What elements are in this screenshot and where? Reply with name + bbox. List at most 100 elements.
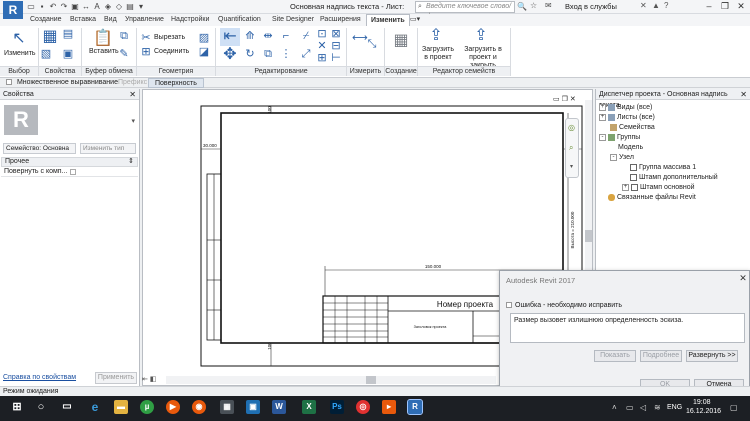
redo-icon[interactable]: ↷ [59, 2, 69, 12]
dialog-close-icon[interactable]: ✕ [736, 272, 750, 285]
load-and-close-icon[interactable]: ⇪ [471, 27, 491, 45]
nav-dropdown-icon[interactable]: ▾ [570, 163, 573, 170]
clock-date[interactable]: 16.12.2016 [686, 408, 721, 415]
edit-type-button[interactable]: Изменить тип [80, 143, 136, 154]
notifications-icon[interactable]: ▢ [730, 403, 738, 412]
load-into-project-button[interactable]: Загрузить в проект [421, 46, 455, 62]
vertical-scroll-thumb[interactable] [585, 230, 592, 242]
multi-align-checkbox[interactable] [6, 79, 12, 86]
cut-geometry-icon[interactable]: ✂ [140, 32, 152, 44]
open-icon[interactable]: ▭ [26, 2, 36, 12]
print-icon[interactable]: ▣ [70, 2, 80, 12]
tab-view[interactable]: Вид [104, 14, 117, 26]
group-icon[interactable]: ⊟ [330, 40, 342, 52]
help-icon[interactable]: ? [664, 1, 668, 10]
revit-taskbar-icon[interactable]: R [407, 399, 423, 415]
steering-wheel-icon[interactable]: ◎ [568, 123, 575, 132]
close-windows-icon[interactable]: ▤ [125, 2, 135, 12]
tree-item-model[interactable]: Модель [618, 143, 643, 152]
split-icon[interactable]: ⌿ [300, 30, 312, 42]
app-icon[interactable]: ▸ [382, 400, 396, 414]
minimize-icon[interactable]: – [702, 0, 716, 13]
collapse-icon[interactable]: - [599, 133, 606, 141]
tab-manage[interactable]: Управление [125, 14, 164, 26]
type-selector-dropdown-icon[interactable]: ▾ [131, 117, 135, 125]
search-button[interactable]: 🔍 [517, 2, 527, 11]
load-into-project-icon[interactable]: ⇪ [426, 27, 446, 45]
properties-help-link[interactable]: Справка по свойствам [3, 374, 76, 381]
aligned-dimension-icon[interactable]: ⤡ [366, 38, 378, 50]
subscription-icon[interactable]: ☆ [530, 1, 537, 10]
properties-icon[interactable]: ▦ [40, 28, 60, 46]
mirror-axis-icon[interactable]: ⇹ [262, 30, 274, 42]
search-input[interactable]: ⌕ Введите ключевое слово/фразу [415, 1, 515, 20]
join-geometry-icon[interactable]: ⊞ [140, 46, 152, 58]
tab-quantification[interactable]: Quantification [218, 14, 261, 26]
paste-icon[interactable]: 📋 [93, 30, 113, 48]
ribbon-toggle-icon[interactable]: ▭▾ [410, 14, 420, 26]
paste-label[interactable]: Вставить [89, 48, 119, 55]
calculator-icon[interactable]: ▦ [220, 400, 234, 414]
horizontal-scrollbar[interactable] [166, 376, 496, 384]
tray-up-icon[interactable]: ˄ [612, 403, 617, 412]
task-view-icon[interactable]: ▭ [60, 400, 74, 414]
clock-time[interactable]: 19:08 [693, 399, 711, 406]
family-selector[interactable]: Семейство: Основна [3, 143, 76, 154]
apply-button[interactable]: Применить [95, 372, 137, 384]
select-panel-label[interactable]: Выбор [0, 66, 38, 76]
chrome-icon[interactable]: ◎ [356, 400, 370, 414]
tree-item-groups[interactable]: - Группы [599, 133, 640, 142]
error-expand-icon[interactable] [506, 302, 512, 309]
align-icon[interactable]: ⇤ [220, 28, 240, 46]
project-browser-close-icon[interactable]: ✕ [740, 89, 747, 100]
category-header[interactable]: Прочее ⇕ [1, 157, 138, 167]
communication-icon[interactable]: ✉ [545, 1, 552, 10]
copy-icon[interactable]: ⧉ [118, 30, 130, 42]
join-label[interactable]: Соединить [154, 48, 189, 55]
collapse-icon[interactable]: ⇕ [128, 158, 134, 166]
move-icon[interactable]: ✥ [220, 46, 240, 64]
tree-item-sheets[interactable]: + Листы (все) [599, 113, 655, 122]
measure-qat-icon[interactable]: ↔ [81, 2, 91, 12]
app-store-icon[interactable]: ▲ [652, 1, 660, 10]
wifi-icon[interactable]: ≋ [654, 403, 661, 412]
restore-view-icon[interactable]: ▭ [553, 96, 560, 103]
measure-icon[interactable]: ⟷ [352, 32, 368, 44]
tab-addins[interactable]: Надстройки [171, 14, 209, 26]
pin-icon[interactable]: ⊡ [316, 28, 328, 40]
tab-modify[interactable]: Изменить [366, 14, 410, 26]
file-explorer-icon[interactable]: ▬ [114, 400, 128, 414]
extend-icon[interactable]: ⊢ [330, 52, 342, 64]
browser-icon[interactable]: ◉ [192, 400, 206, 414]
trim-icon[interactable]: ⌐ [280, 30, 292, 42]
tree-item-array-group[interactable]: Группа массива 1 [630, 163, 696, 172]
store-icon[interactable]: ▣ [246, 400, 260, 414]
scale-icon[interactable]: ⇤ [142, 376, 148, 383]
sign-in-button[interactable]: Вход в службы [565, 2, 617, 11]
tree-item-views[interactable]: + Виды (все) [599, 103, 652, 112]
properties-close-icon[interactable]: ✕ [129, 89, 136, 100]
tab-create[interactable]: Создание [30, 14, 62, 26]
close-view-icon[interactable]: ✕ [570, 96, 576, 103]
delete-icon[interactable]: ✕ [316, 40, 328, 52]
view-control-bar[interactable]: ⇤ ◧ [142, 375, 166, 385]
copy-element-icon[interactable]: ⧉ [262, 48, 274, 60]
unpin-icon[interactable]: ⊠ [330, 28, 342, 40]
exchange-icon[interactable]: ✕ [640, 1, 647, 10]
undo-icon[interactable]: ↶ [48, 2, 58, 12]
mirror-draw-icon[interactable]: ⊞ [316, 52, 328, 64]
photoshop-icon[interactable]: Ps [330, 400, 344, 414]
view-settings-icon[interactable]: ◧ [150, 376, 157, 383]
more-info-button[interactable]: Подробнее [640, 350, 682, 362]
maximize-icon[interactable]: ❐ [718, 0, 732, 13]
network-icon[interactable]: ▭ [626, 403, 634, 412]
array-icon[interactable]: ⋮ [280, 48, 292, 60]
cut-label[interactable]: Вырезать [154, 34, 185, 41]
paint-icon[interactable]: ◪ [198, 46, 210, 58]
revit-app-button[interactable]: R [3, 1, 23, 19]
expand-button[interactable]: Развернуть >> [686, 350, 738, 362]
family-category-icon[interactable]: ▣ [62, 48, 74, 60]
word-icon[interactable]: W [272, 400, 286, 414]
tree-item-revit-links[interactable]: Связанные файлы Revit [599, 193, 696, 202]
scale-icon[interactable]: ⤢ [300, 48, 312, 60]
